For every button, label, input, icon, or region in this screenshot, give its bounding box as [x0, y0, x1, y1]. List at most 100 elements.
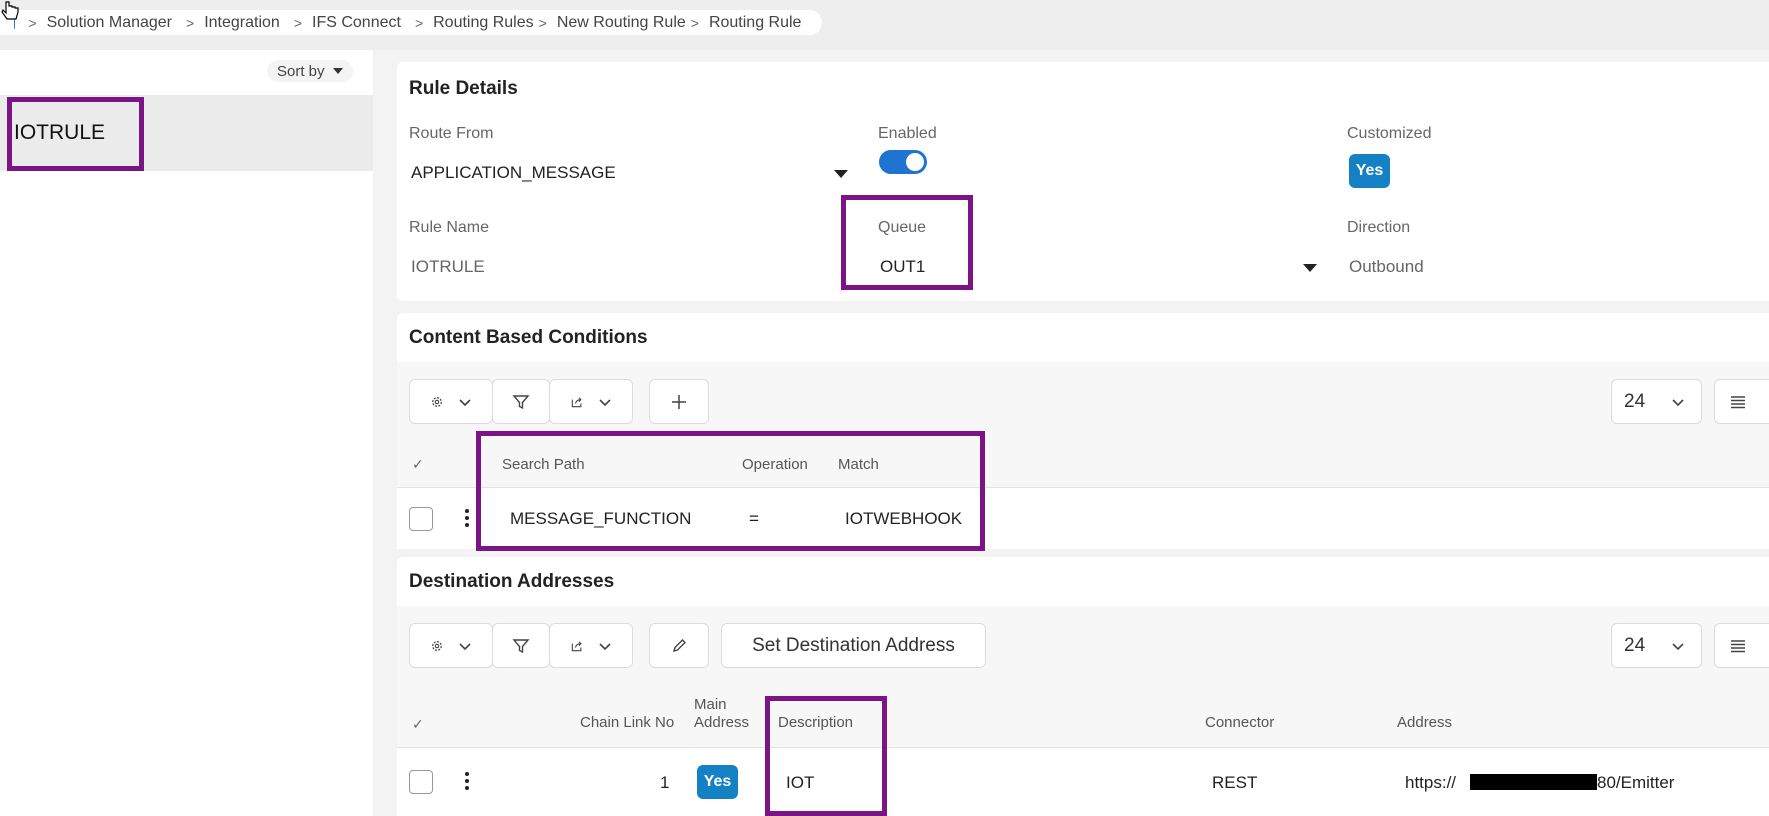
settings-menu-button[interactable] — [409, 623, 493, 668]
set-destination-address-label: Set Destination Address — [752, 634, 955, 656]
grid-toolbar: 24 — [397, 362, 1769, 444]
gear-icon — [432, 396, 442, 407]
column-header-connector[interactable]: Connector — [1205, 714, 1274, 731]
cell-connector: REST — [1212, 773, 1258, 792]
more-vertical-icon[interactable] — [465, 509, 469, 530]
chevron-right-icon: > — [28, 14, 37, 31]
filter-icon — [512, 394, 530, 409]
direction-value: Outbound — [1349, 257, 1424, 276]
export-menu-button[interactable] — [549, 623, 633, 668]
sort-by-button[interactable]: Sort by — [267, 60, 353, 82]
grid-header: ✓ Chain Link No Main Address Description… — [397, 688, 1769, 748]
view-options-button[interactable] — [1714, 623, 1769, 668]
column-header-chain-link-no[interactable]: Chain Link No — [580, 714, 674, 731]
column-header-match[interactable]: Match — [838, 456, 879, 473]
select-all-checkmark-icon[interactable]: ✓ — [412, 456, 424, 473]
destination-addresses-card: Destination Addresses Set Destination Ad… — [397, 557, 1769, 816]
list-lines-icon — [1731, 395, 1745, 408]
top-bar: > Solution Manager > Integration > IFS C… — [0, 0, 1769, 50]
page-size-select[interactable]: 24 — [1611, 379, 1702, 424]
customized-label: Customized — [1347, 125, 1432, 142]
cell-address-prefix: https:// — [1405, 773, 1457, 792]
caret-down-icon[interactable] — [834, 170, 848, 178]
queue-label: Queue — [878, 219, 927, 236]
chevron-right-icon: > — [690, 14, 699, 31]
chevron-down-icon — [599, 642, 611, 650]
route-from-label: Route From — [409, 125, 494, 142]
column-header-main-address-line1[interactable]: Main — [694, 696, 727, 713]
list-lines-icon — [1731, 639, 1745, 652]
set-destination-address-button[interactable]: Set Destination Address — [721, 623, 986, 668]
content-conditions-card: Content Based Conditions 24 ✓ Search Pat… — [397, 313, 1769, 551]
grid-header: ✓ Search Path Operation Match — [397, 444, 1769, 488]
column-header-main-address-line2[interactable]: Address — [694, 714, 749, 731]
column-header-address[interactable]: Address — [1397, 714, 1452, 731]
export-menu-button[interactable] — [549, 379, 633, 424]
record-list-panel: Sort by IOTRULE — [0, 50, 373, 816]
export-icon — [571, 396, 582, 407]
customized-badge: Yes — [1349, 154, 1390, 188]
breadcrumb-integration[interactable]: Integration — [204, 14, 280, 32]
panel-divider — [373, 50, 397, 816]
select-all-checkmark-icon[interactable]: ✓ — [412, 716, 424, 733]
card-title: Destination Addresses — [409, 571, 615, 592]
more-vertical-icon[interactable] — [465, 772, 469, 793]
refresh-icon[interactable] — [821, 15, 822, 31]
chevron-down-icon — [1672, 398, 1684, 406]
cell-operation: = — [749, 509, 759, 528]
plus-icon — [672, 394, 686, 409]
main-address-badge: Yes — [697, 765, 738, 799]
column-header-operation[interactable]: Operation — [742, 456, 808, 473]
export-icon — [571, 640, 582, 651]
list-item-label: IOTRULE — [14, 121, 106, 144]
redaction-bar — [1470, 774, 1597, 790]
breadcrumb-solution-manager[interactable]: Solution Manager — [47, 14, 172, 32]
enabled-label: Enabled — [878, 125, 937, 142]
filter-icon — [512, 638, 530, 653]
breadcrumb-routing-rule: Routing Rule — [708, 13, 802, 31]
gear-icon — [432, 640, 442, 651]
hand-cursor-icon — [1, 1, 19, 20]
caret-down-icon[interactable] — [1303, 264, 1317, 272]
direction-label: Direction — [1347, 219, 1411, 236]
chevron-down-icon — [459, 642, 471, 650]
row-checkbox[interactable] — [409, 770, 433, 794]
add-button[interactable] — [649, 379, 709, 424]
rule-name-value: IOTRULE — [411, 257, 485, 276]
chevron-right-icon: > — [293, 14, 302, 31]
sort-by-label: Sort by — [277, 62, 325, 80]
breadcrumb-routing-rules[interactable]: Routing Rules — [433, 14, 534, 32]
caret-down-icon — [332, 68, 343, 74]
row-checkbox[interactable] — [409, 507, 433, 531]
queue-select[interactable]: OUT1 — [880, 257, 925, 277]
card-title: Content Based Conditions — [409, 327, 648, 348]
route-from-select[interactable]: APPLICATION_MESSAGE — [411, 163, 616, 183]
column-header-search-path[interactable]: Search Path — [502, 456, 585, 473]
cell-match: IOTWEBHOOK — [845, 509, 963, 528]
list-item[interactable]: IOTRULE — [0, 95, 373, 171]
enabled-toggle[interactable] — [879, 150, 927, 174]
view-options-button[interactable] — [1714, 379, 1769, 424]
page-size-value: 24 — [1624, 634, 1646, 656]
cell-search-path: MESSAGE_FUNCTION — [510, 509, 692, 528]
filter-button[interactable] — [492, 623, 550, 668]
filter-button[interactable] — [492, 379, 550, 424]
breadcrumb-new-routing-rule[interactable]: New Routing Rule — [557, 14, 686, 32]
grid-toolbar: Set Destination Address 24 — [397, 606, 1769, 688]
edit-button[interactable] — [649, 623, 709, 668]
page-size-select[interactable]: 24 — [1611, 623, 1702, 668]
settings-menu-button[interactable] — [409, 379, 493, 424]
rule-name-label: Rule Name — [409, 219, 490, 236]
chevron-right-icon: > — [538, 14, 547, 31]
page-size-value: 24 — [1624, 390, 1646, 412]
pencil-icon — [672, 638, 686, 652]
cell-description: IOT — [786, 773, 815, 792]
column-header-description[interactable]: Description — [778, 714, 853, 731]
table-row[interactable]: MESSAGE_FUNCTION = IOTWEBHOOK — [397, 488, 1769, 549]
rule-details-card: Rule Details Route From APPLICATION_MESS… — [397, 62, 1769, 301]
table-row[interactable]: 1 Yes IOT REST https:// 80/Emitter — [397, 748, 1769, 816]
breadcrumb-ifs-connect[interactable]: IFS Connect — [312, 14, 401, 32]
chevron-right-icon: > — [414, 14, 424, 31]
card-title: Rule Details — [409, 78, 518, 99]
cell-chain-link-no: 1 — [660, 773, 670, 792]
